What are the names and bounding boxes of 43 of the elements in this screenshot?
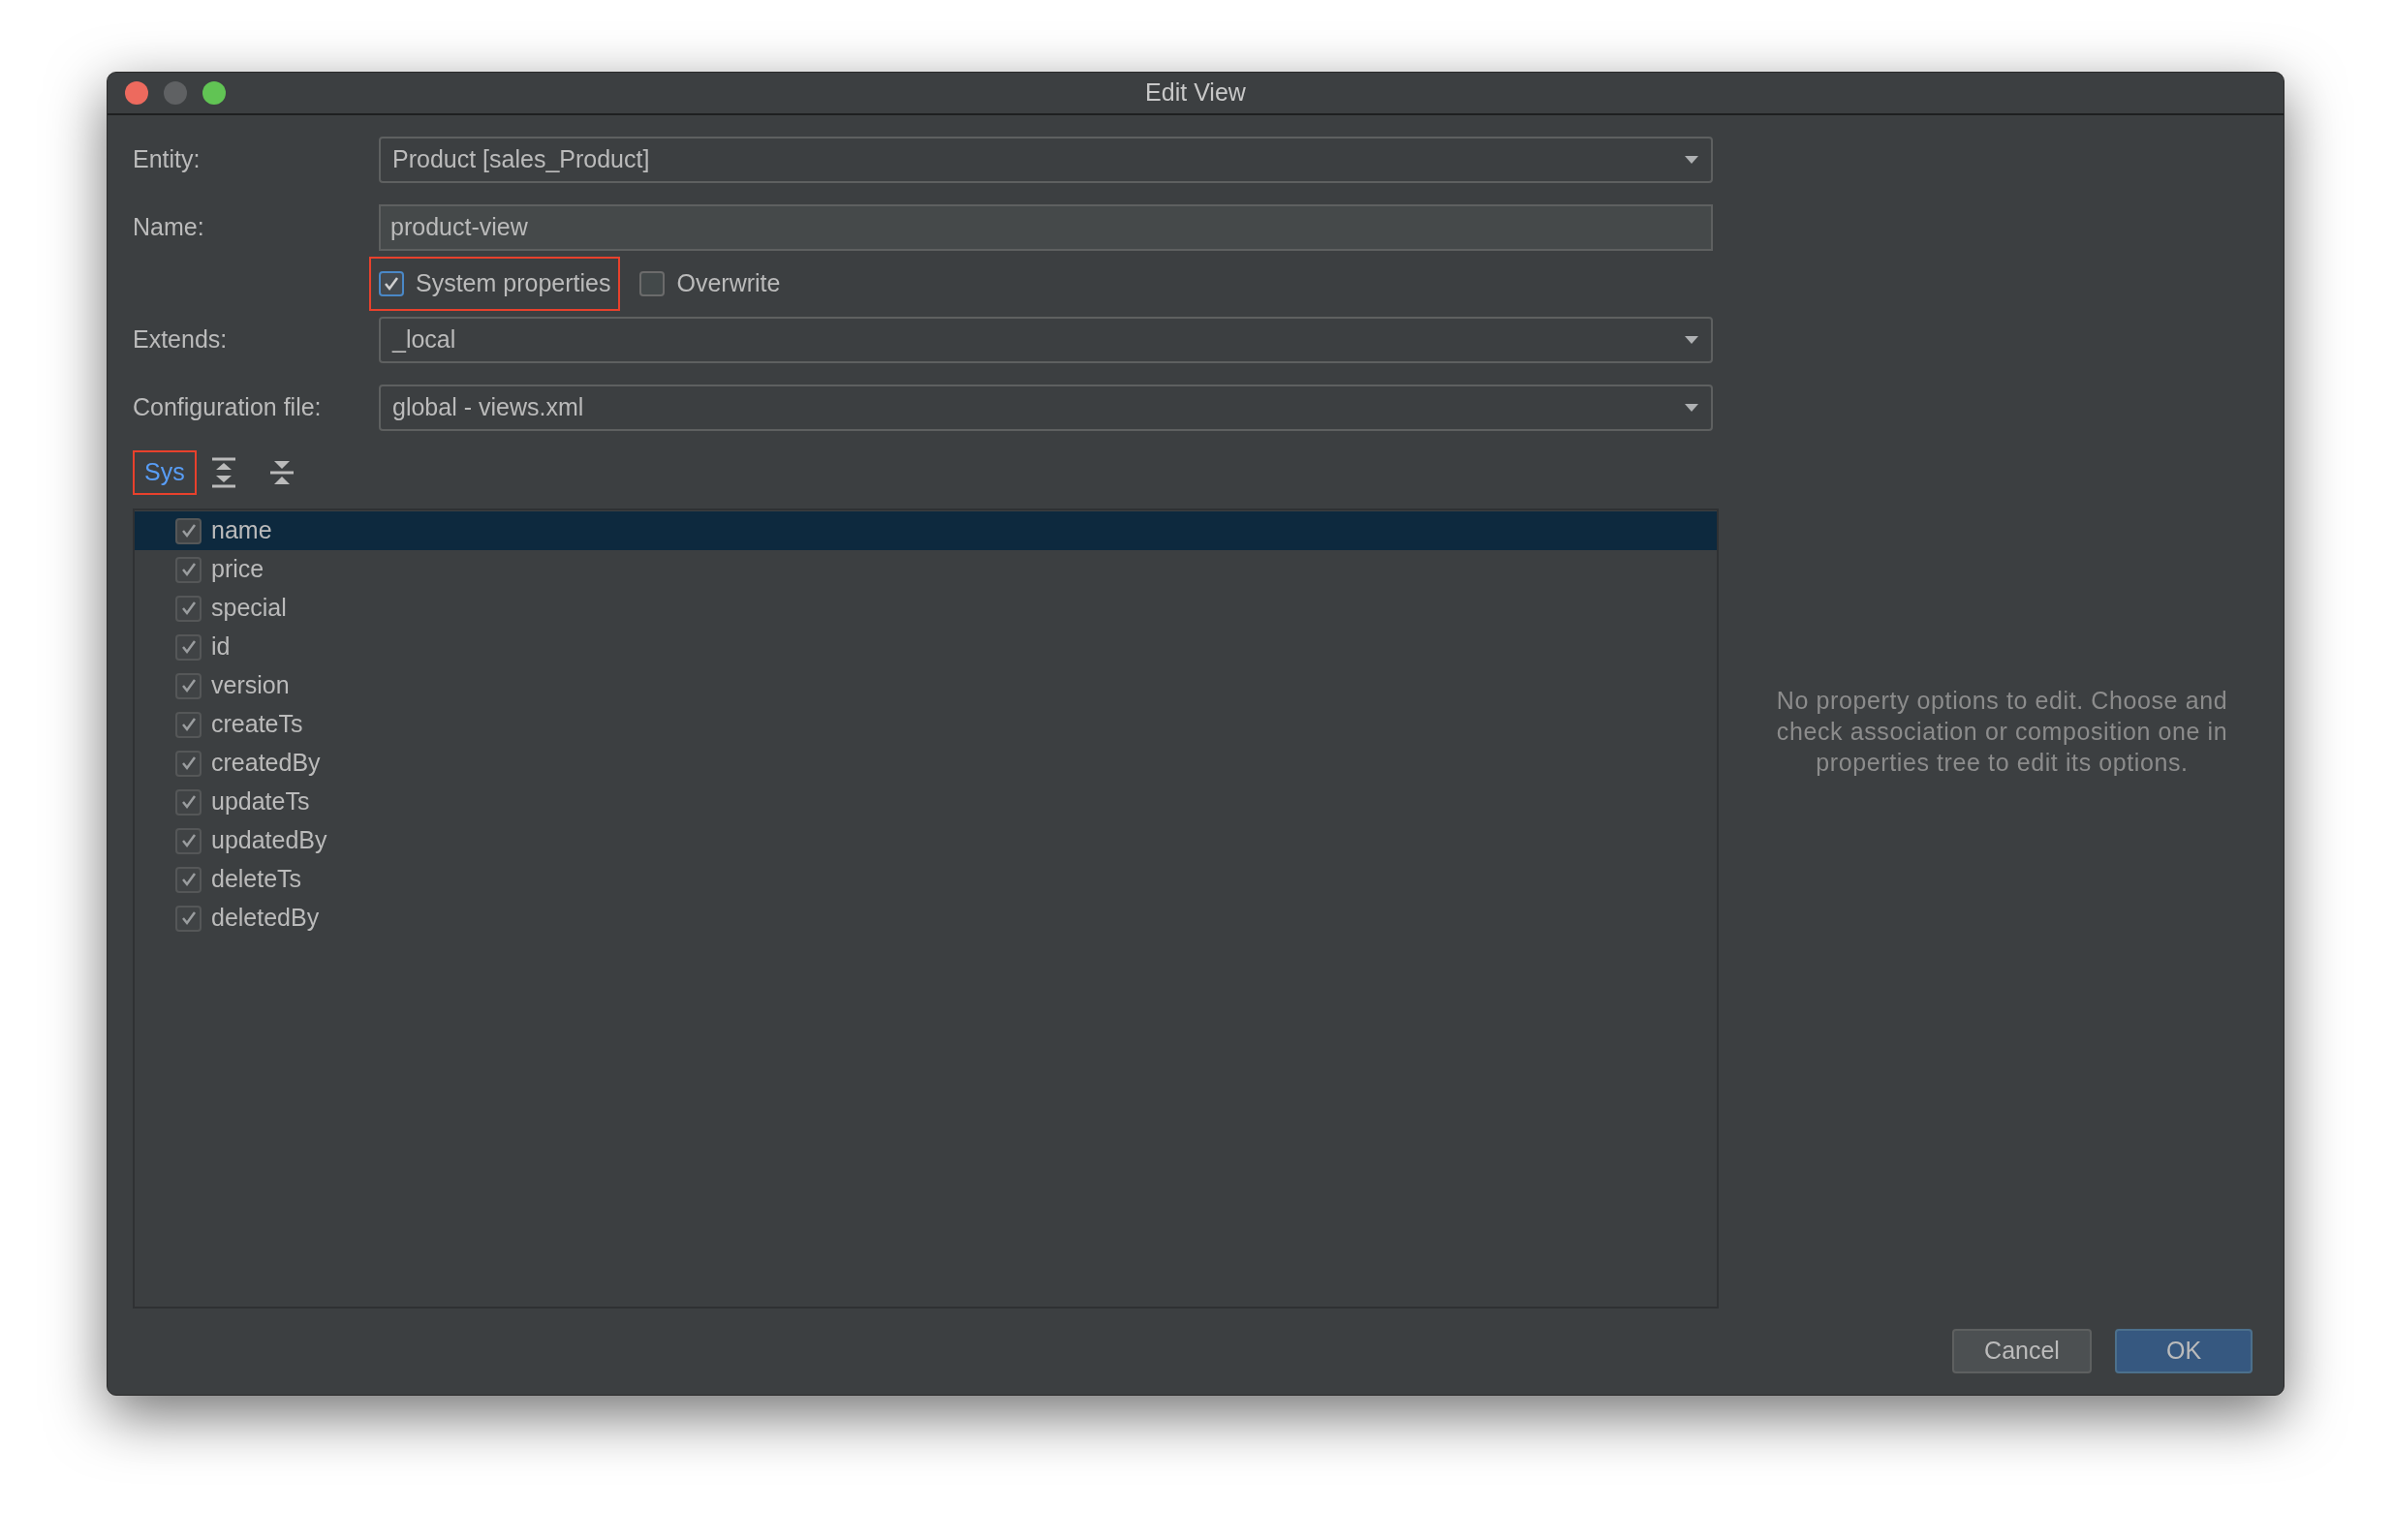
field-label: Configuration file:	[133, 392, 323, 423]
tree-checkbox[interactable]	[175, 711, 202, 738]
tree-item[interactable]: version	[135, 666, 1717, 705]
tree-checkbox[interactable]	[175, 788, 202, 816]
tree-checkbox[interactable]	[175, 905, 202, 932]
tree-item[interactable]: createTs	[135, 705, 1717, 744]
window-title: Edit View	[1145, 77, 1246, 108]
name-field[interactable]: product-view	[379, 204, 1713, 251]
dropdown-caret-icon	[1684, 403, 1699, 413]
tree-item[interactable]: special	[135, 589, 1717, 628]
hint-text: No property options to edit. Choose and check association or composition one in properties tree to edit its options.	[1775, 686, 2229, 778]
tree-checkbox[interactable]	[175, 827, 202, 854]
expand-all-icon[interactable]	[209, 457, 237, 488]
option-checkbox[interactable]: System properties	[369, 257, 621, 311]
tree-checkbox[interactable]	[175, 556, 202, 583]
tree-item[interactable]: createdBy	[135, 744, 1717, 783]
sys-button[interactable]: Sys	[133, 450, 197, 495]
ok-button[interactable]: OK	[2115, 1329, 2253, 1373]
dropdown[interactable]: Product [sales_Product]	[379, 137, 1713, 183]
tree-item[interactable]: updateTs	[135, 783, 1717, 821]
field-label: Name:	[133, 212, 205, 243]
dropdown-caret-icon	[1684, 155, 1699, 165]
dropdown[interactable]: global - views.xml	[379, 385, 1713, 431]
option-checkbox[interactable]: Overwrite	[630, 257, 791, 311]
cancel-button[interactable]: Cancel	[1952, 1329, 2092, 1373]
close-icon[interactable]	[125, 81, 148, 105]
tree-item[interactable]: deleteTs	[135, 860, 1717, 899]
tree-checkbox[interactable]	[175, 866, 202, 893]
tree-item[interactable]: deletedBy	[135, 899, 1717, 938]
tree-checkbox[interactable]	[175, 517, 202, 544]
dropdown-caret-icon	[1684, 335, 1699, 345]
tree-item[interactable]: id	[135, 628, 1717, 666]
tree-checkbox[interactable]	[175, 633, 202, 661]
tree-item[interactable]: price	[135, 550, 1717, 589]
field-label: Entity:	[133, 144, 202, 175]
tree-checkbox[interactable]	[175, 672, 202, 699]
tree-item[interactable]: name	[135, 511, 1717, 550]
tree-checkbox[interactable]	[175, 750, 202, 777]
tree-item[interactable]: updatedBy	[135, 821, 1717, 860]
tree-checkbox[interactable]	[175, 595, 202, 622]
maximize-icon[interactable]	[202, 81, 226, 105]
field-label: Extends:	[133, 324, 229, 355]
dropdown[interactable]: _local	[379, 317, 1713, 363]
